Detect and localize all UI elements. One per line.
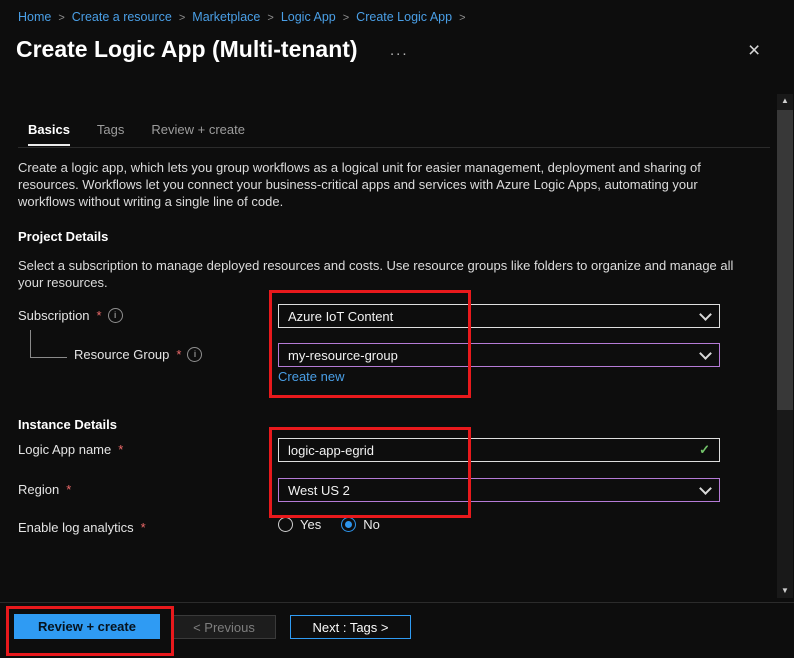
- scroll-down-icon[interactable]: ▼: [777, 584, 793, 598]
- instance-details-heading: Instance Details: [18, 417, 117, 432]
- region-label-text: Region: [18, 482, 59, 497]
- radio-yes[interactable]: Yes: [278, 517, 321, 532]
- project-details-description: Select a subscription to manage deployed…: [18, 257, 734, 291]
- radio-no[interactable]: No: [341, 517, 380, 532]
- breadcrumb-item-marketplace[interactable]: Marketplace: [192, 10, 260, 24]
- vertical-scrollbar[interactable]: ▲ ▼: [777, 94, 793, 598]
- tabs-divider: [18, 147, 770, 148]
- intro-text: Create a logic app, which lets you group…: [18, 159, 722, 210]
- radio-circle-unselected[interactable]: [278, 517, 293, 532]
- project-details-heading: Project Details: [18, 229, 108, 244]
- required-marker: *: [97, 308, 102, 323]
- tab-tags[interactable]: Tags: [97, 122, 124, 146]
- chevron-down-icon: [699, 308, 712, 321]
- breadcrumb-separator: >: [343, 12, 349, 24]
- breadcrumb-separator: >: [179, 12, 185, 24]
- tree-connector: [30, 330, 67, 358]
- subscription-value: Azure IoT Content: [288, 309, 393, 324]
- resource-group-dropdown[interactable]: my-resource-group: [278, 343, 720, 367]
- breadcrumb-item-create-logic-app[interactable]: Create Logic App: [356, 10, 452, 24]
- page-title: Create Logic App (Multi-tenant): [16, 36, 358, 63]
- logic-app-name-label: Logic App name *: [18, 442, 123, 457]
- resource-group-value: my-resource-group: [288, 348, 398, 363]
- logic-app-name-input[interactable]: [288, 443, 699, 458]
- radio-dot: [345, 521, 352, 528]
- radio-circle-selected[interactable]: [341, 517, 356, 532]
- close-icon[interactable]: ×: [744, 36, 764, 65]
- scrollbar-thumb[interactable]: [777, 110, 793, 410]
- region-label: Region *: [18, 482, 71, 497]
- tab-review-create[interactable]: Review + create: [151, 122, 245, 146]
- tab-bar: Basics Tags Review + create: [28, 122, 245, 146]
- subscription-label-text: Subscription: [18, 308, 90, 323]
- scroll-up-icon[interactable]: ▲: [777, 94, 793, 108]
- subscription-dropdown[interactable]: Azure IoT Content: [278, 304, 720, 328]
- radio-yes-label: Yes: [300, 517, 321, 532]
- log-analytics-radio-group: Yes No: [278, 517, 380, 532]
- previous-button[interactable]: < Previous: [172, 615, 276, 639]
- breadcrumb-separator: >: [267, 12, 273, 24]
- log-analytics-label: Enable log analytics *: [18, 520, 146, 535]
- radio-no-label: No: [363, 517, 380, 532]
- checkmark-icon: ✓: [699, 442, 710, 458]
- required-marker: *: [141, 520, 146, 535]
- next-tags-button[interactable]: Next : Tags >: [290, 615, 411, 639]
- log-analytics-label-text: Enable log analytics: [18, 520, 134, 535]
- review-create-button[interactable]: Review + create: [14, 614, 160, 639]
- breadcrumb-item-logic-app[interactable]: Logic App: [281, 10, 336, 24]
- logic-app-name-field: ✓: [278, 438, 720, 462]
- more-options-icon[interactable]: ...: [390, 42, 409, 59]
- breadcrumb-item-home[interactable]: Home: [18, 10, 51, 24]
- subscription-label: Subscription * i: [18, 308, 123, 323]
- required-marker: *: [66, 482, 71, 497]
- breadcrumb-separator: >: [459, 12, 465, 24]
- breadcrumb-item-create-a-resource[interactable]: Create a resource: [72, 10, 172, 24]
- resource-group-label-text: Resource Group: [74, 347, 169, 362]
- info-icon[interactable]: i: [187, 347, 202, 362]
- breadcrumb-separator: >: [58, 12, 64, 24]
- footer-divider: [0, 602, 794, 603]
- logic-app-name-label-text: Logic App name: [18, 442, 111, 457]
- required-marker: *: [118, 442, 123, 457]
- tab-basics[interactable]: Basics: [28, 122, 70, 146]
- chevron-down-icon: [699, 482, 712, 495]
- region-dropdown[interactable]: West US 2: [278, 478, 720, 502]
- resource-group-label: Resource Group * i: [74, 347, 202, 362]
- create-new-link[interactable]: Create new: [278, 369, 344, 384]
- chevron-down-icon: [699, 347, 712, 360]
- info-icon[interactable]: i: [108, 308, 123, 323]
- region-value: West US 2: [288, 483, 350, 498]
- breadcrumb: Home > Create a resource > Marketplace > Logic…: [18, 10, 473, 24]
- required-marker: *: [176, 347, 181, 362]
- create-logic-app-page: Home > Create a resource > Marketplace > Logic…: [0, 0, 794, 658]
